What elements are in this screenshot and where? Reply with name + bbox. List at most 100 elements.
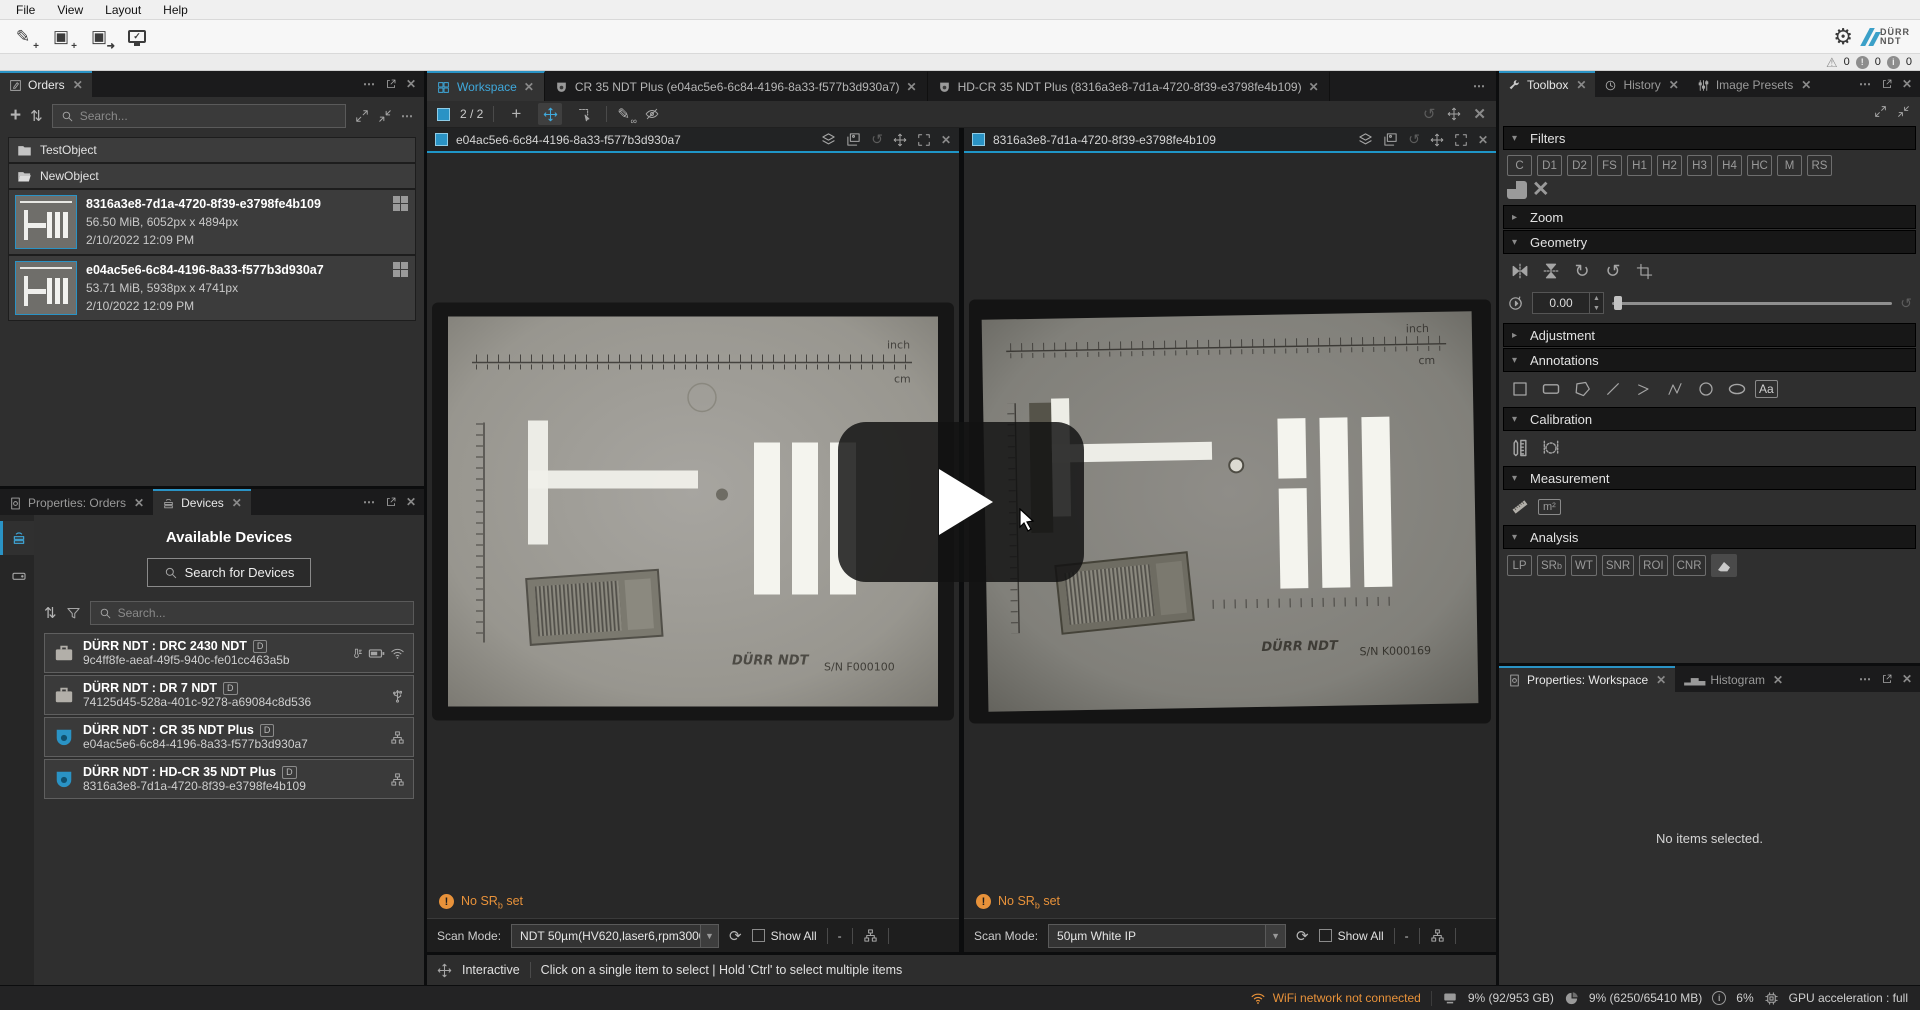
crosshair-tool-icon[interactable]: + — [504, 103, 528, 125]
reset-rotation-icon[interactable]: ↺ — [1900, 295, 1912, 312]
close-tab-icon[interactable]: ✕ — [1801, 78, 1811, 92]
analysis-lp-button[interactable]: LP — [1507, 555, 1532, 576]
select-arrow-icon[interactable]: ▼ — [700, 925, 718, 947]
popout-icon[interactable] — [385, 496, 397, 508]
filter-corner-icon[interactable] — [1507, 181, 1527, 199]
devices-search-input[interactable] — [118, 606, 405, 620]
video-play-overlay[interactable] — [838, 422, 1084, 582]
tab-hdcr35[interactable]: HD-CR 35 NDT Plus (8316a3e8-7d1a-4720-8f… — [928, 71, 1330, 101]
layers-icon[interactable] — [821, 132, 836, 147]
close-panel-icon[interactable]: ✕ — [406, 77, 416, 91]
error-circle-icon[interactable]: ! — [1856, 56, 1869, 69]
add-order-button[interactable]: + — [10, 108, 21, 124]
analysis-stamp-icon[interactable] — [1711, 554, 1737, 577]
layers-icon[interactable] — [1358, 132, 1373, 147]
device-row-dr7[interactable]: DÜRR NDT : DR 7 NDTD 74125d45-528a-401c-… — [44, 675, 414, 715]
fullscreen-icon[interactable] — [1447, 107, 1461, 121]
sort-devices-icon[interactable]: ⇅ — [44, 604, 57, 622]
filter-d1-button[interactable]: D1 — [1537, 155, 1562, 176]
crop-icon[interactable] — [1631, 259, 1657, 283]
analysis-snr-button[interactable]: SNR — [1602, 555, 1634, 576]
info-circle-icon[interactable]: i — [1887, 56, 1900, 69]
filter-d2-button[interactable]: D2 — [1567, 155, 1592, 176]
close-tab-icon[interactable]: ✕ — [1773, 673, 1783, 687]
collapse-all-icon[interactable] — [378, 109, 392, 123]
refresh-scan-modes-icon[interactable]: ⟳ — [1296, 927, 1309, 945]
measure-ruler-icon[interactable] — [1507, 495, 1533, 519]
tab-orders[interactable]: Orders ✕ — [0, 71, 92, 97]
menu-file[interactable]: File — [6, 1, 45, 19]
analysis-srb-button[interactable]: SRb — [1537, 555, 1566, 576]
draw-tool-icon[interactable]: ✎∞ — [617, 105, 630, 123]
popout-icon[interactable] — [1881, 78, 1893, 90]
settings-gear-icon[interactable]: ⚙ — [1833, 26, 1853, 48]
panel-menu-icon[interactable]: ⋯ — [363, 495, 376, 509]
pan-tool-icon[interactable] — [538, 103, 562, 125]
section-filters[interactable]: ▾Filters — [1503, 126, 1916, 150]
close-tab-icon[interactable]: ✕ — [1576, 78, 1586, 92]
import-images-icon[interactable]: ▣+ — [48, 25, 74, 49]
spin-down-icon[interactable]: ▼ — [1590, 303, 1603, 313]
popout-icon[interactable] — [385, 78, 397, 90]
section-calibration[interactable]: ▾Calibration — [1503, 407, 1916, 431]
menu-view[interactable]: View — [47, 1, 93, 19]
section-zoom[interactable]: ▸Zoom — [1503, 205, 1916, 229]
spin-up-icon[interactable]: ▲ — [1590, 293, 1603, 303]
fullscreen-brackets-icon[interactable] — [917, 133, 931, 147]
scan-mode-select[interactable]: 50µm White IP ▼ — [1048, 924, 1286, 948]
section-adjustment[interactable]: ▸Adjustment — [1503, 323, 1916, 347]
info-circle-icon[interactable]: i — [1712, 991, 1726, 1005]
panel-menu-icon[interactable]: ⋯ — [1859, 672, 1872, 686]
filter-m-button[interactable]: M — [1777, 155, 1802, 176]
annotation-ellipse-icon[interactable] — [1724, 377, 1750, 401]
rotate-ccw-icon[interactable]: ↺ — [1600, 259, 1626, 283]
tab-histogram[interactable]: ▂▅▃ Histogram ✕ — [1675, 666, 1792, 692]
orders-more-icon[interactable]: ⋯ — [401, 109, 414, 123]
measure-area-icon[interactable]: m² — [1538, 499, 1561, 515]
close-viewer-icon[interactable]: ✕ — [1478, 133, 1488, 147]
tab-cr35[interactable]: CR 35 NDT Plus (e04ac5e6-6c84-4196-8a33-… — [545, 71, 928, 101]
tab-properties-orders[interactable]: Properties: Orders ✕ — [0, 489, 153, 515]
device-row-hdcr35[interactable]: DÜRR NDT : HD-CR 35 NDT PlusD 8316a3e8-7… — [44, 759, 414, 799]
viewer-select-checkbox[interactable] — [435, 133, 448, 146]
menu-layout[interactable]: Layout — [95, 1, 151, 19]
close-tab-icon[interactable]: ✕ — [907, 80, 917, 94]
analysis-cnr-button[interactable]: CNR — [1673, 555, 1706, 576]
acquire-screen-icon[interactable]: ✓ — [124, 25, 150, 49]
image-stack-icon[interactable] — [846, 132, 861, 147]
folder-newobject[interactable]: NewObject — [8, 163, 416, 189]
reset-image-icon[interactable]: ↺ — [1408, 131, 1420, 148]
filter-h4-button[interactable]: H4 — [1717, 155, 1742, 176]
section-measurement[interactable]: ▾Measurement — [1503, 466, 1916, 490]
section-annotations[interactable]: ▾Annotations — [1503, 348, 1916, 372]
calibration-circle-icon[interactable] — [1538, 436, 1564, 460]
annotation-square-icon[interactable] — [1507, 377, 1533, 401]
annotation-polygon-icon[interactable] — [1569, 377, 1595, 401]
section-geometry[interactable]: ▾Geometry — [1503, 230, 1916, 254]
close-panel-icon[interactable]: ✕ — [406, 495, 416, 509]
order-grid-icon[interactable] — [393, 262, 409, 278]
filter-remove-icon[interactable]: ✕ — [1532, 181, 1550, 199]
free-rotate-icon[interactable] — [1507, 295, 1524, 312]
viewer-select-checkbox[interactable] — [972, 133, 985, 146]
annotation-line-icon[interactable] — [1600, 377, 1626, 401]
order-item[interactable]: e04ac5e6-6c84-4196-8a33-f577b3d930a7 53.… — [8, 255, 416, 321]
popout-icon[interactable] — [1881, 673, 1893, 685]
tab-history[interactable]: History ✕ — [1595, 71, 1687, 97]
network-icon[interactable] — [863, 928, 878, 943]
rail-local-devices[interactable] — [0, 559, 34, 593]
folder-testobject[interactable]: TestObject — [8, 137, 416, 163]
close-panel-icon[interactable]: ✕ — [1902, 672, 1912, 686]
filter-c-button[interactable]: C — [1507, 155, 1532, 176]
image-stack-icon[interactable] — [1383, 132, 1398, 147]
network-icon[interactable] — [1430, 928, 1445, 943]
menu-help[interactable]: Help — [153, 1, 198, 19]
annotation-rectangle-icon[interactable] — [1538, 377, 1564, 401]
expand-all-icon[interactable] — [355, 109, 369, 123]
analysis-roi-button[interactable]: ROI — [1639, 555, 1667, 576]
tab-workspace[interactable]: Workspace ✕ — [427, 71, 545, 101]
expand-sections-icon[interactable] — [1874, 105, 1887, 118]
order-item[interactable]: 8316a3e8-7d1a-4720-8f39-e3798fe4b109 56.… — [8, 189, 416, 255]
annotation-polyline-icon[interactable] — [1662, 377, 1688, 401]
analysis-wt-button[interactable]: WT — [1571, 555, 1597, 576]
